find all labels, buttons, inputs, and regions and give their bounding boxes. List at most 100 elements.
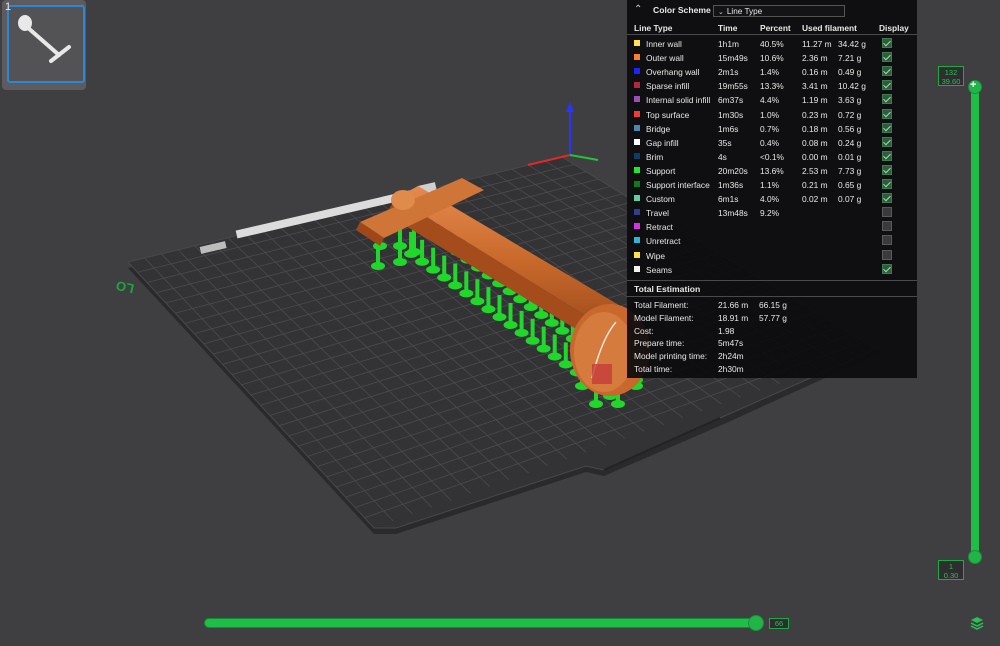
- line-type-length: 2.53 m: [802, 165, 828, 176]
- line-type-time: 35s: [718, 137, 732, 148]
- display-checkbox[interactable]: [882, 108, 892, 119]
- plate-thumbnail[interactable]: 1: [2, 0, 86, 90]
- plus-icon[interactable]: +: [970, 80, 976, 91]
- display-checkbox[interactable]: [882, 52, 892, 63]
- line-type-length: 0.21 m: [802, 180, 828, 190]
- line-type-length: 0.00 m: [802, 151, 828, 162]
- display-checkbox[interactable]: [882, 221, 892, 232]
- display-checkbox[interactable]: [882, 207, 892, 218]
- line-type-time: 19m55s: [718, 81, 748, 92]
- legend-row: Outer wall 15m49s 10.6% 2.36 m 7.21 g: [627, 51, 917, 65]
- totals-row: Cost: 1.98: [627, 326, 917, 339]
- totals-row: Model printing time: 2h24m: [627, 351, 917, 364]
- plate-thumbnail-frame[interactable]: [7, 5, 85, 83]
- display-checkbox[interactable]: [882, 179, 892, 189]
- line-type-time: 1m36s: [718, 180, 744, 190]
- z-axis-arrow: [566, 102, 574, 112]
- totals-value: 5m47s: [718, 338, 744, 349]
- line-type-time: 2m1s: [718, 67, 739, 78]
- legend-row: Sparse infill 19m55s 13.3% 3.41 m 10.42 g: [627, 79, 917, 93]
- line-type-weight: 0.56 g: [838, 123, 862, 134]
- totals-label: Total time:: [634, 364, 673, 374]
- line-type-length: 11.27 m: [802, 39, 832, 49]
- line-type-time: 15m49s: [718, 53, 748, 64]
- layers-icon[interactable]: [970, 616, 984, 630]
- legend-row: Wipe: [627, 249, 917, 263]
- color-scheme-value: Line Type: [726, 7, 763, 16]
- line-type-time: 6m37s: [718, 95, 744, 106]
- y-axis: [569, 154, 599, 161]
- move-slider-handle[interactable]: [748, 615, 764, 631]
- move-slider-track[interactable]: [204, 618, 762, 628]
- line-type-time: 13m48s: [718, 208, 748, 219]
- header-percent: Percent: [760, 23, 791, 33]
- line-type-name: Retract: [646, 222, 673, 233]
- display-checkbox[interactable]: [882, 94, 892, 105]
- line-type-weight: 10.42 g: [838, 81, 866, 92]
- line-type-swatch: [634, 223, 640, 230]
- line-type-length: 2.36 m: [802, 53, 828, 64]
- line-type-name: Brim: [646, 151, 664, 162]
- display-checkbox[interactable]: [882, 66, 892, 77]
- line-type-swatch: [634, 152, 640, 159]
- display-checkbox[interactable]: [882, 249, 892, 260]
- legend-row: Overhang wall 2m1s 1.4% 0.16 m 0.49 g: [627, 65, 917, 79]
- line-type-weight: 34.42 g: [838, 39, 866, 49]
- display-checkbox[interactable]: [882, 136, 892, 147]
- color-scheme-dropdown[interactable]: ⌄ Line Type: [713, 5, 845, 17]
- legend-row: Internal solid infill 6m37s 4.4% 1.19 m 3.63…: [627, 93, 917, 107]
- totals-row: Total time: 2h30m: [627, 364, 917, 377]
- line-type-name: Support interface: [646, 180, 710, 190]
- line-type-weight: 0.01 g: [838, 151, 862, 162]
- display-checkbox[interactable]: [882, 122, 892, 133]
- totals-row: Model Filament: 18.91 m 57.77 g: [627, 313, 917, 326]
- display-checkbox[interactable]: [882, 150, 892, 161]
- plate-model-preview-icon: [18, 15, 71, 63]
- line-type-time: 1m30s: [718, 109, 744, 120]
- line-type-swatch: [634, 195, 640, 202]
- header-divider: [627, 34, 917, 35]
- totals-label: Total Filament:: [634, 300, 689, 310]
- line-type-swatch: [634, 82, 640, 89]
- plate-number: 1: [5, 1, 12, 13]
- line-type-weight: 3.63 g: [838, 95, 862, 106]
- header-display: Display: [879, 23, 909, 33]
- display-checkbox[interactable]: [882, 164, 892, 175]
- line-type-weight: 0.24 g: [838, 137, 862, 148]
- line-type-length: 0.02 m: [802, 194, 828, 205]
- header-used-filament: Used filament: [802, 23, 857, 33]
- line-type-time: 1m6s: [718, 123, 739, 134]
- line-type-percent: 0.7%: [760, 123, 780, 134]
- layer-slider-track[interactable]: [971, 82, 979, 562]
- line-type-length: 3.41 m: [802, 81, 828, 92]
- line-type-percent: 13.6%: [760, 165, 784, 176]
- line-type-length: 1.19 m: [802, 95, 828, 106]
- line-type-weight: 0.07 g: [838, 194, 862, 205]
- line-type-length: 0.08 m: [802, 137, 828, 148]
- display-checkbox[interactable]: [882, 193, 892, 204]
- line-type-swatch: [634, 96, 640, 103]
- display-checkbox[interactable]: [882, 80, 892, 91]
- line-type-swatch: [634, 181, 640, 187]
- line-type-percent: 40.5%: [760, 39, 784, 49]
- display-checkbox[interactable]: [882, 263, 892, 274]
- line-type-name: Bridge: [646, 123, 671, 134]
- collapse-up-icon[interactable]: ⌃: [634, 4, 642, 15]
- line-type-percent: 1.0%: [760, 109, 780, 120]
- line-type-weight: 7.21 g: [838, 53, 862, 64]
- totals-value: 2h30m: [718, 364, 744, 374]
- totals-value-2: 57.77 g: [759, 312, 787, 323]
- legend-row: Top surface 1m30s 1.0% 0.23 m 0.72 g: [627, 108, 917, 122]
- legend-row: Retract: [627, 220, 917, 234]
- line-type-name: Top surface: [646, 109, 690, 120]
- layer-slider[interactable]: 132 39.60 + 1 0.30: [938, 66, 982, 581]
- layer-slider-bottom-handle[interactable]: [968, 550, 982, 564]
- line-type-percent: 10.6%: [760, 53, 784, 64]
- display-checkbox[interactable]: [882, 235, 892, 246]
- layer-slider-bottom-label: 1 0.30: [938, 560, 964, 580]
- totals-row: Total Filament: 21.66 m 66.15 g: [627, 300, 917, 313]
- line-type-length: 0.18 m: [802, 123, 828, 134]
- move-slider[interactable]: 66: [204, 615, 789, 633]
- line-type-swatch: [634, 237, 640, 244]
- display-checkbox[interactable]: [882, 38, 892, 48]
